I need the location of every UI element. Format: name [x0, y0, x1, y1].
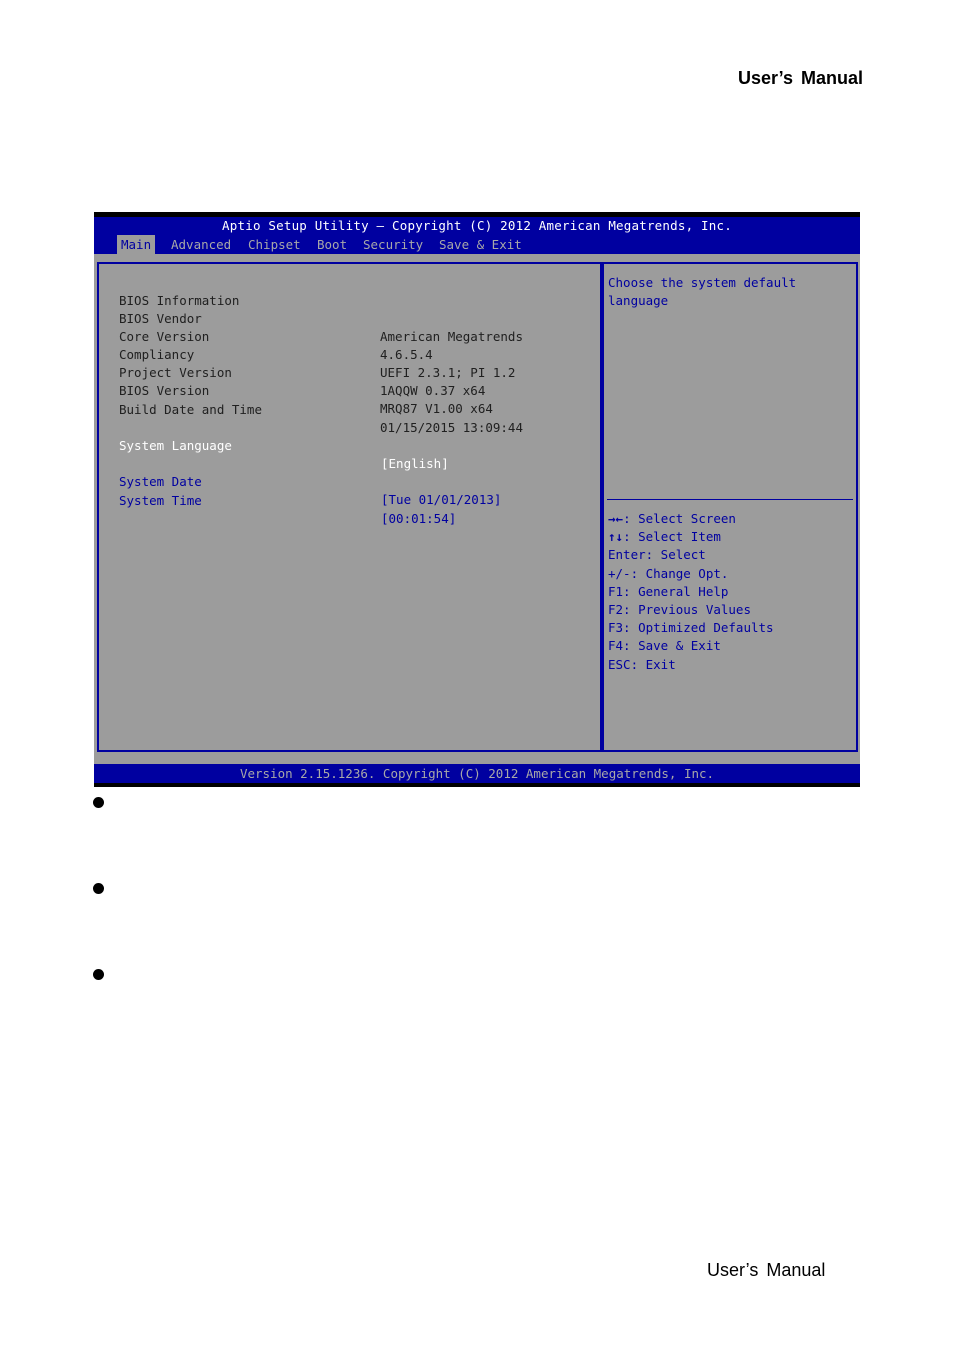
key-legend-item: Enter: Select	[608, 547, 706, 563]
info-row: Project Version 1AQQW 0.37 x64	[119, 346, 485, 398]
info-label: Build Date and Time	[119, 402, 262, 417]
tab-advanced[interactable]: Advanced	[167, 235, 235, 254]
tab-boot[interactable]: Boot	[313, 235, 351, 254]
key-legend-item: F4: Save & Exit	[608, 638, 721, 654]
bios-version-footer: Version 2.15.1236. Copyright (C) 2012 Am…	[94, 764, 860, 783]
system-time-setting[interactable]: System Time [00:01:54]	[119, 474, 456, 526]
key-legend-item: +/-: Change Opt.	[608, 565, 729, 581]
info-value: UEFI 2.3.1; PI 1.2	[380, 365, 516, 380]
bios-setup-screenshot: Aptio Setup Utility – Copyright (C) 2012…	[94, 212, 860, 787]
info-value: 01/15/2015 13:09:44	[380, 420, 523, 435]
info-row: BIOS Vendor American Megatrends	[119, 292, 523, 344]
info-row: BIOS Version MRQ87 V1.00 x64	[119, 364, 493, 416]
bullet-icon	[93, 797, 104, 808]
tab-save-exit[interactable]: Save & Exit	[435, 235, 526, 254]
key-legend-item: ↑↓: Select Item	[608, 529, 721, 545]
bios-tab-bar: Main Advanced Chipset Boot Security Save…	[94, 235, 860, 254]
info-row: Build Date and Time 01/15/2015 13:09:44	[119, 383, 523, 435]
page-header-title: User’s Manual	[737, 68, 863, 88]
key-legend: →←: Select Screen ↑↓: Select Item Enter:…	[608, 510, 774, 674]
bullet-icon	[93, 969, 104, 980]
tab-chipset[interactable]: Chipset	[244, 235, 305, 254]
tab-security[interactable]: Security	[359, 235, 427, 254]
system-date-value[interactable]: [Tue 01/01/2013]	[381, 491, 501, 509]
system-language-label: System Language	[119, 438, 232, 453]
key-legend-item: ESC: Exit	[608, 656, 676, 672]
info-row: Core Version 4.6.5.4	[119, 310, 433, 362]
key-legend-item: →←: Select Screen	[608, 511, 736, 526]
system-date-setting[interactable]: System Date [Tue 01/01/2013]	[119, 455, 501, 507]
info-value: 4.6.5.4	[380, 347, 433, 362]
system-time-value[interactable]: [00:01:54]	[381, 510, 456, 528]
info-row: Compliancy UEFI 2.3.1; PI 1.2	[119, 328, 515, 380]
main-settings-panel: BIOS Information BIOS Vendor American Me…	[97, 262, 602, 752]
up-down-arrows-icon: ↑↓	[608, 529, 624, 545]
key-legend-item: F2: Previous Values	[608, 601, 751, 617]
bullet-icon	[93, 883, 104, 894]
system-language-value[interactable]: [English]	[381, 455, 449, 473]
key-legend-item: F1: General Help	[608, 583, 729, 599]
help-divider	[607, 499, 853, 500]
info-value: American Megatrends	[380, 329, 523, 344]
bottom-black-band	[94, 783, 860, 787]
system-time-label: System Time	[119, 493, 202, 508]
bios-title-bar: Aptio Setup Utility – Copyright (C) 2012…	[94, 217, 860, 235]
item-help-text: Choose the system default language	[608, 275, 797, 308]
info-value: MRQ87 V1.00 x64	[380, 401, 493, 416]
help-panel: Choose the system default language →←: S…	[602, 262, 858, 752]
key-legend-item: F3: Optimized Defaults	[608, 620, 774, 636]
system-language-setting[interactable]: System Language [English]	[119, 419, 449, 471]
left-right-arrows-icon: →←	[608, 511, 624, 526]
info-heading: BIOS Information	[119, 293, 240, 308]
tab-main[interactable]: Main	[117, 235, 156, 254]
page-footer-title: User’s Manual	[707, 1260, 826, 1280]
info-value: 1AQQW 0.37 x64	[380, 383, 486, 398]
